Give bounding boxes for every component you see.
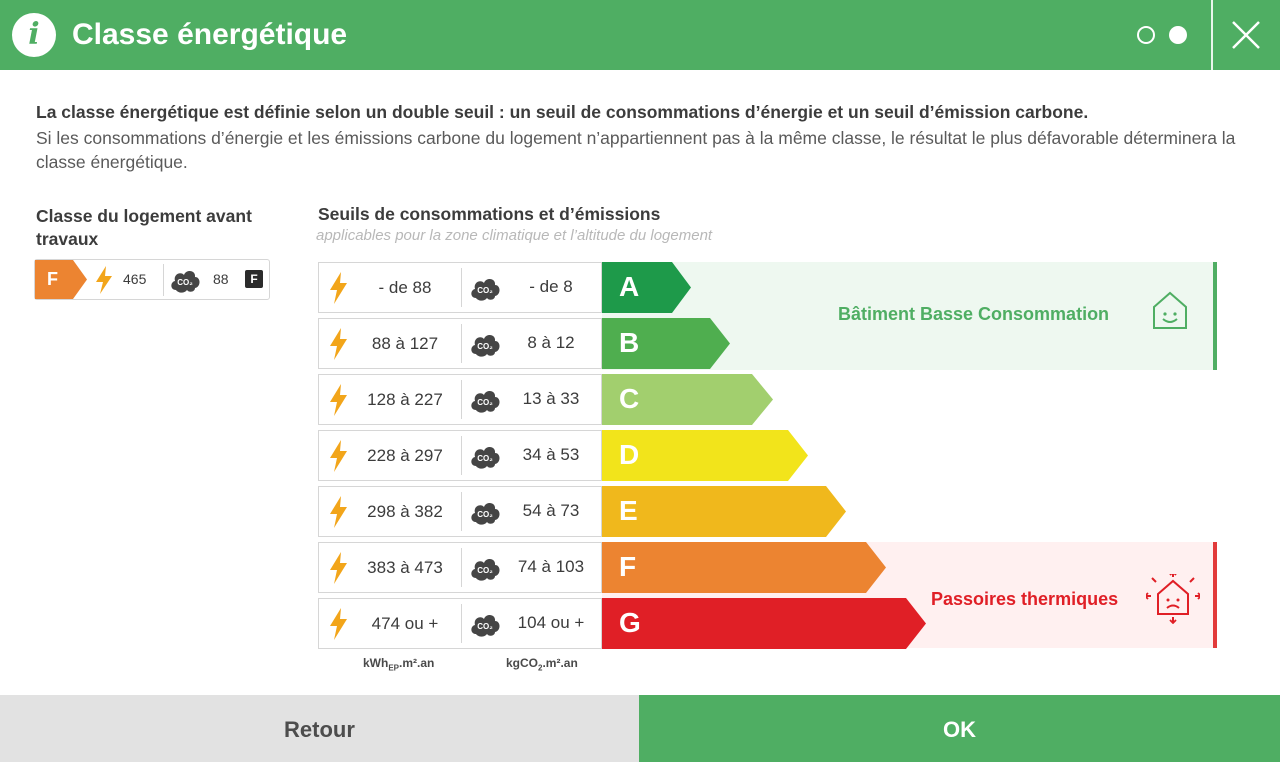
- divider: [461, 268, 462, 307]
- co2-threshold: 54 à 73: [522, 501, 580, 520]
- current-class-title: Classe du logement avant travaux: [36, 206, 252, 249]
- class-arrow-shape: [602, 486, 846, 537]
- bbc-zone-marker: [1213, 262, 1217, 370]
- class-arrow-g: G: [602, 598, 928, 649]
- class-letter: D: [619, 439, 640, 470]
- class-arrow-shape: [602, 598, 926, 649]
- svg-text:CO₂: CO₂: [477, 342, 493, 351]
- class-arrow-a: A: [602, 262, 692, 313]
- class-arrow-shape: [602, 542, 886, 593]
- class-letter: C: [619, 383, 640, 414]
- page-indicator-dot-1[interactable]: [1137, 26, 1155, 44]
- thresholds-title: Seuils de consommations et d’émissions: [318, 204, 661, 224]
- energy-threshold: 383 à 473: [367, 558, 443, 577]
- svg-text:CO₂: CO₂: [177, 278, 193, 287]
- energy-threshold: - de 88: [378, 278, 432, 297]
- co2-cloud-icon: CO₂: [471, 615, 500, 637]
- divider: [461, 436, 462, 475]
- current-class-letter: F: [47, 269, 58, 289]
- lightning-icon: [330, 440, 347, 472]
- threshold-row-f: 383 à 473 CO₂ 74 à 103: [318, 542, 602, 593]
- bbc-label: Bâtiment Basse Consommation: [838, 304, 1110, 324]
- energy-threshold: 128 à 227: [367, 390, 443, 409]
- co2-cloud-icon: CO₂: [471, 391, 500, 413]
- class-letter: G: [619, 607, 641, 638]
- intro-text: Si les consommations d’énergie et les ém…: [36, 128, 1236, 172]
- threshold-row-c: 128 à 227 CO₂ 13 à 33: [318, 374, 602, 425]
- class-arrow-d: D: [602, 430, 810, 481]
- class-arrow-c: C: [602, 374, 774, 425]
- sad-house-icon: [1146, 574, 1200, 624]
- energy-threshold: 88 à 127: [371, 334, 439, 353]
- happy-house-icon: [1153, 291, 1187, 329]
- current-co2-class-badge: F: [245, 270, 263, 288]
- back-button[interactable]: Retour: [0, 695, 639, 762]
- svg-text:CO₂: CO₂: [477, 454, 493, 463]
- threshold-row-b: 88 à 127 CO₂ 8 à 12: [318, 318, 602, 369]
- class-arrow-shape: [602, 262, 691, 313]
- co2-threshold: 74 à 103: [517, 557, 585, 576]
- close-icon: [1232, 21, 1260, 49]
- lightning-icon: [330, 608, 347, 640]
- threshold-row-a: - de 88 CO₂ - de 8: [318, 262, 602, 313]
- class-letter: A: [619, 271, 640, 302]
- header-bar: i Classe énergétique: [0, 0, 1280, 70]
- co2-threshold: 13 à 33: [522, 389, 580, 408]
- intro-bold-text: La classe énergétique est définie selon …: [36, 102, 1089, 122]
- lightning-icon: [330, 496, 347, 528]
- ok-button[interactable]: OK: [639, 695, 1280, 762]
- class-arrow-b: B: [602, 318, 732, 369]
- class-arrow-e: E: [602, 486, 848, 537]
- co2-cloud-icon: CO₂: [471, 503, 500, 525]
- page-title: Classe énergétique: [72, 18, 348, 51]
- divider: [461, 492, 462, 531]
- divider: [461, 380, 462, 419]
- passoire-zone-marker: [1213, 542, 1217, 648]
- threshold-row-g: 474 ou + CO₂ 104 ou +: [318, 598, 602, 649]
- close-button[interactable]: [1213, 0, 1280, 70]
- energy-threshold: 298 à 382: [367, 502, 443, 521]
- svg-text:CO₂: CO₂: [477, 622, 493, 631]
- co2-threshold: 8 à 12: [527, 333, 575, 352]
- svg-text:CO₂: CO₂: [477, 398, 493, 407]
- energy-threshold: 474 ou +: [371, 614, 439, 633]
- energy-threshold: 228 à 297: [367, 446, 443, 465]
- co2-threshold: 104 ou +: [517, 613, 585, 632]
- current-class-box: F 465 CO₂ 88 F: [34, 259, 270, 300]
- current-energy-value: 465: [123, 271, 147, 287]
- co2-cloud-icon: CO₂: [171, 271, 200, 293]
- current-class-badge: [35, 260, 87, 299]
- co2-cloud-icon: CO₂: [471, 279, 500, 301]
- passoire-label: Passoires thermiques: [931, 589, 1119, 609]
- divider: [461, 548, 462, 587]
- divider: [163, 264, 164, 296]
- info-icon: i: [12, 13, 56, 57]
- co2-unit: kgCO2.m².an: [506, 656, 578, 673]
- class-letter: F: [619, 551, 637, 582]
- divider: [461, 324, 462, 363]
- co2-threshold: 34 à 53: [522, 445, 580, 464]
- thresholds-subtitle: applicables pour la zone climatique et l…: [316, 227, 713, 244]
- divider: [461, 604, 462, 643]
- lightning-icon: [330, 384, 347, 416]
- svg-text:CO₂: CO₂: [477, 566, 493, 575]
- co2-cloud-icon: CO₂: [471, 335, 500, 357]
- lightning-icon: [330, 552, 347, 584]
- class-letter: B: [619, 327, 640, 358]
- co2-cloud-icon: CO₂: [471, 447, 500, 469]
- page-indicator-dot-2[interactable]: [1169, 26, 1187, 44]
- class-arrow-f: F: [602, 542, 888, 593]
- lightning-icon: [96, 266, 112, 294]
- lightning-icon: [330, 328, 347, 360]
- energy-unit: kWhEP.m².an: [363, 656, 435, 673]
- class-letter: E: [619, 495, 638, 526]
- lightning-icon: [330, 272, 347, 304]
- co2-threshold: - de 8: [529, 277, 573, 296]
- threshold-row-e: 298 à 382 CO₂ 54 à 73: [318, 486, 602, 537]
- svg-text:CO₂: CO₂: [477, 510, 493, 519]
- co2-cloud-icon: CO₂: [471, 559, 500, 581]
- current-co2-value: 88: [213, 271, 229, 287]
- threshold-row-d: 228 à 297 CO₂ 34 à 53: [318, 430, 602, 481]
- svg-text:CO₂: CO₂: [477, 286, 493, 295]
